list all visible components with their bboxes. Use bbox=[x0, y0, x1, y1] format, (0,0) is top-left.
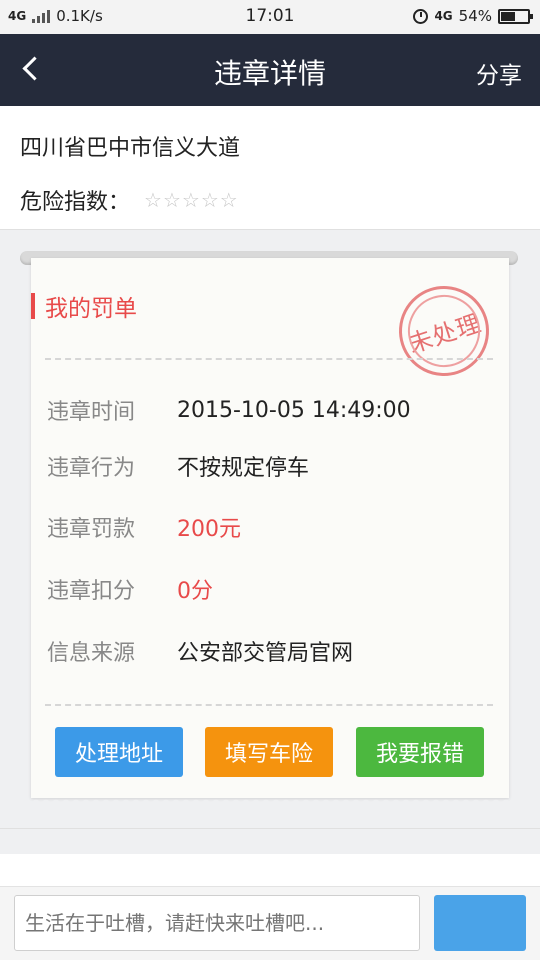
handling-address-button[interactable]: 处理地址 bbox=[55, 727, 183, 777]
field-label: 违章罚款 bbox=[47, 517, 136, 542]
ticket-heading-text: 我的罚单 bbox=[45, 296, 137, 322]
field-row: 违章时间 2015-10-05 14:49:00 bbox=[47, 394, 411, 426]
star-icon: ☆ bbox=[181, 188, 200, 212]
content-gap bbox=[0, 854, 540, 886]
field-row: 违章扣分 0分 bbox=[47, 573, 213, 605]
field-row: 违章罚款 200元 bbox=[47, 511, 241, 543]
star-icon: ☆ bbox=[200, 188, 219, 212]
network-type-right: 4G bbox=[434, 9, 453, 23]
ticket-card: 我的罚单 未处理 违章时间 2015-10-05 14:49:00 违章行为 不… bbox=[31, 258, 509, 804]
field-row: 违章行为 不按规定停车 bbox=[47, 450, 309, 482]
stamp-text: 未处理 bbox=[404, 308, 485, 359]
field-row: 信息来源 公安部交管局官网 bbox=[47, 635, 353, 667]
battery-fill bbox=[501, 11, 516, 21]
dashed-divider-top bbox=[45, 358, 493, 360]
status-bar: 4G 0.1K/s 17:01 4G 54% bbox=[0, 0, 540, 34]
field-label: 违章时间 bbox=[47, 400, 136, 425]
field-value: 不按规定停车 bbox=[177, 456, 310, 481]
field-label: 信息来源 bbox=[47, 641, 136, 666]
star-icon: ☆ bbox=[144, 188, 162, 212]
fine-amount: 200元 bbox=[177, 517, 241, 542]
section-divider bbox=[0, 828, 540, 854]
violation-address: 四川省巴中市信义大道 bbox=[20, 136, 241, 161]
send-button[interactable] bbox=[434, 895, 526, 951]
comment-input[interactable] bbox=[14, 895, 420, 951]
field-label: 违章扣分 bbox=[47, 579, 136, 604]
fill-insurance-button[interactable]: 填写车险 bbox=[205, 727, 333, 777]
field-label: 违章行为 bbox=[47, 456, 136, 481]
comment-bar bbox=[0, 886, 540, 960]
penalty-points: 0分 bbox=[177, 579, 213, 604]
share-button[interactable]: 分享 bbox=[476, 56, 522, 90]
star-icon: ☆ bbox=[219, 188, 238, 212]
ticket-heading: 我的罚单 bbox=[31, 292, 137, 322]
field-value: 公安部交管局官网 bbox=[177, 641, 354, 666]
status-right: 4G 54% bbox=[413, 7, 533, 25]
location-section: 四川省巴中市信义大道 危险指数： ☆ ☆ ☆ ☆ ☆ bbox=[0, 106, 540, 230]
nav-bar: 违章详情 分享 bbox=[0, 34, 540, 106]
alarm-icon bbox=[413, 8, 429, 24]
heading-accent-bar bbox=[31, 293, 35, 319]
page-title: 违章详情 bbox=[213, 57, 326, 90]
report-error-button[interactable]: 我要报错 bbox=[356, 727, 484, 777]
risk-stars: ☆ ☆ ☆ ☆ ☆ bbox=[144, 188, 238, 212]
unprocessed-stamp: 未处理 bbox=[387, 274, 501, 388]
star-icon: ☆ bbox=[162, 188, 181, 212]
battery-percent: 54% bbox=[458, 7, 492, 25]
field-value: 2015-10-05 14:49:00 bbox=[177, 397, 411, 423]
ticket-torn-edge bbox=[31, 796, 509, 804]
dashed-divider-bottom bbox=[45, 704, 493, 706]
risk-index: 危险指数： ☆ ☆ ☆ ☆ ☆ bbox=[20, 184, 238, 216]
battery-icon bbox=[498, 8, 533, 24]
risk-label: 危险指数： bbox=[20, 190, 131, 215]
